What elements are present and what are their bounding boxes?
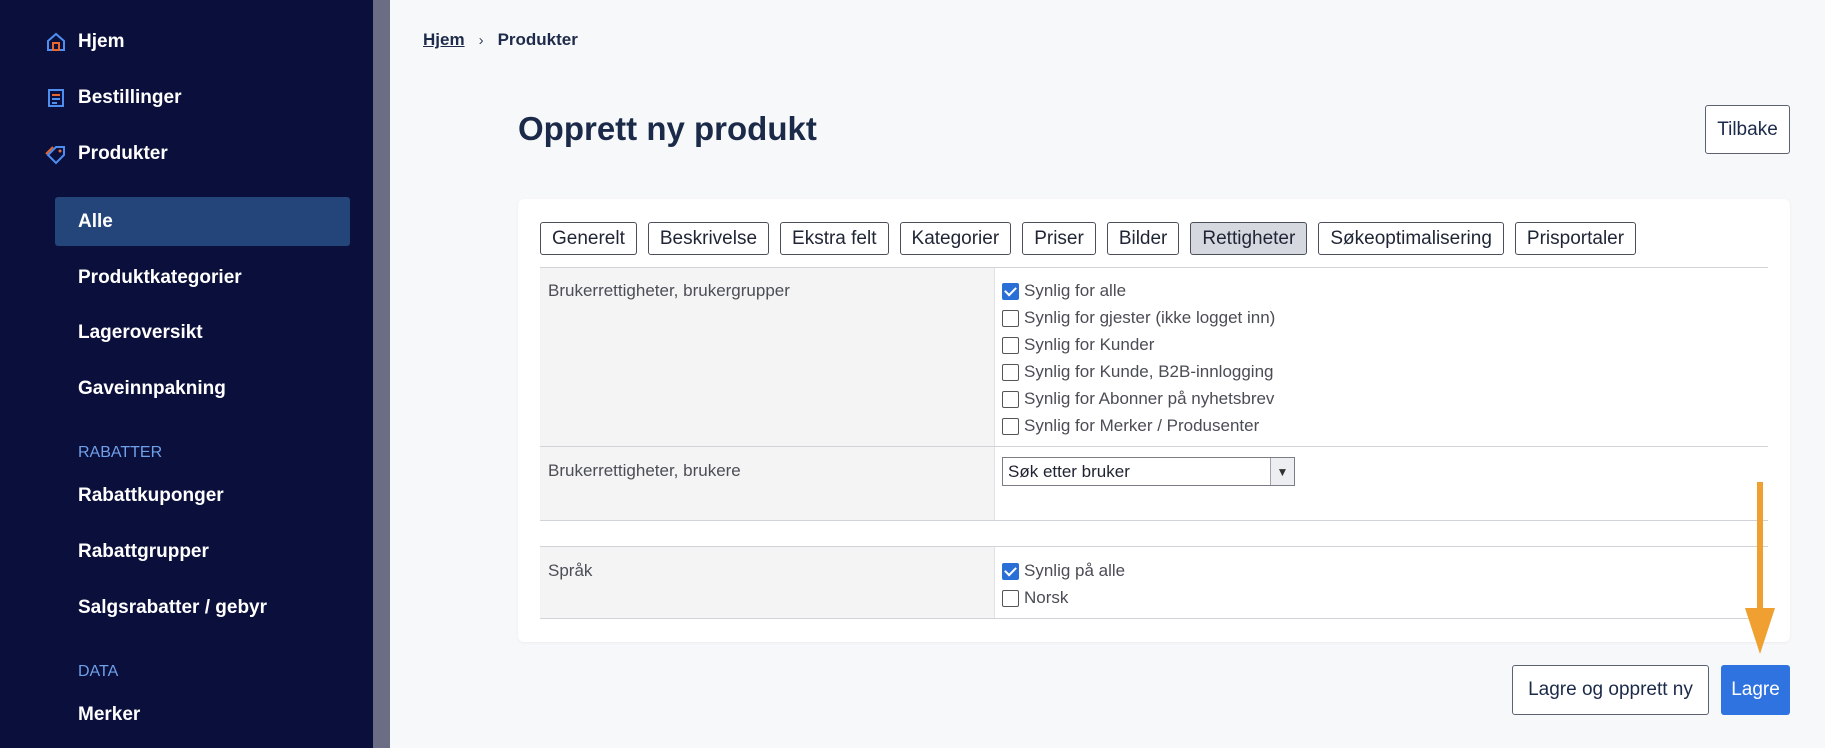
home-icon bbox=[44, 30, 68, 54]
tab-bar: Generelt Beskrivelse Ekstra felt Kategor… bbox=[540, 222, 1637, 255]
chevron-down-icon[interactable]: ▼ bbox=[1270, 458, 1294, 485]
language-label: Språk bbox=[548, 561, 593, 580]
sidebar-item-bestillinger[interactable]: Bestillinger bbox=[44, 78, 181, 118]
sidebar-subitem-alle[interactable]: Alle bbox=[78, 202, 113, 242]
tab-ekstra-felt[interactable]: Ekstra felt bbox=[780, 222, 889, 255]
checkbox-synlig-nyhetsbrev[interactable] bbox=[1002, 390, 1019, 408]
product-form-panel: Generelt Beskrivelse Ekstra felt Kategor… bbox=[518, 199, 1790, 642]
column-divider bbox=[994, 447, 995, 520]
sidebar-subitem-produktkategorier[interactable]: Produktkategorier bbox=[78, 258, 242, 298]
tab-beskrivelse[interactable]: Beskrivelse bbox=[647, 222, 770, 255]
checkbox-row[interactable]: Synlig for Kunder bbox=[1002, 334, 1154, 356]
checkbox-label: Synlig for Merker / Produsenter bbox=[1024, 416, 1260, 435]
tag-icon bbox=[44, 142, 68, 166]
annotation-arrow-icon bbox=[1745, 482, 1775, 654]
sidebar-subitem-rabattkuponger[interactable]: Rabattkuponger bbox=[78, 476, 224, 516]
sidebar-scrollbar[interactable] bbox=[373, 0, 390, 748]
checkbox-label: Synlig for Kunder bbox=[1024, 335, 1155, 354]
checkbox-row[interactable]: Synlig for gjester (ikke logget inn) bbox=[1002, 307, 1275, 329]
tab-priser[interactable]: Priser bbox=[1022, 222, 1096, 255]
checkbox-label: Synlig for alle bbox=[1024, 281, 1127, 300]
breadcrumb-current: Produkter bbox=[497, 30, 578, 49]
select-value: Søk etter bruker bbox=[1008, 461, 1130, 481]
sidebar-item-hjem[interactable]: Hjem bbox=[44, 22, 124, 62]
divider bbox=[540, 618, 1768, 619]
sidebar-item-label: Produkter bbox=[78, 143, 168, 164]
sidebar-item-label: Bestillinger bbox=[78, 87, 182, 108]
checkbox-synlig-pa-alle[interactable] bbox=[1002, 562, 1019, 580]
checkbox-synlig-gjester[interactable] bbox=[1002, 309, 1019, 327]
checkbox-synlig-alle[interactable] bbox=[1002, 282, 1019, 300]
checkbox-row[interactable]: Synlig for Kunde, B2B-innlogging bbox=[1002, 361, 1274, 383]
sidebar-item-label: Hjem bbox=[78, 31, 125, 52]
checkbox-row[interactable]: Synlig for Merker / Produsenter bbox=[1002, 415, 1259, 437]
tab-prisportaler[interactable]: Prisportaler bbox=[1514, 222, 1637, 255]
checkbox-synlig-b2b[interactable] bbox=[1002, 363, 1019, 381]
column-divider bbox=[994, 547, 995, 618]
checkbox-row[interactable]: Synlig for Abonner på nyhetsbrev bbox=[1002, 388, 1274, 410]
checkbox-row[interactable]: Synlig for alle bbox=[1002, 280, 1126, 302]
sidebar-section-data: DATA bbox=[78, 663, 119, 680]
tab-sokeoptimalisering[interactable]: Søkeoptimalisering bbox=[1318, 222, 1504, 255]
checkbox-label: Synlig for Kunde, B2B-innlogging bbox=[1024, 362, 1274, 381]
users-label: Brukerrettigheter, brukere bbox=[548, 461, 741, 480]
breadcrumb: Hjem › Produkter bbox=[423, 30, 578, 50]
checkbox-label: Norsk bbox=[1024, 588, 1069, 607]
checkbox-label: Synlig for gjester (ikke logget inn) bbox=[1024, 308, 1276, 327]
chevron-right-icon: › bbox=[478, 31, 484, 49]
save-and-new-button[interactable]: Lagre og opprett ny bbox=[1512, 665, 1709, 715]
sidebar-section-rabatter: RABATTER bbox=[78, 444, 163, 461]
breadcrumb-home-link[interactable]: Hjem bbox=[423, 30, 465, 50]
row-label-bg bbox=[540, 547, 994, 618]
checkbox-label: Synlig for Abonner på nyhetsbrev bbox=[1024, 389, 1275, 408]
checkbox-row[interactable]: Synlig på alle bbox=[1002, 560, 1125, 582]
column-divider bbox=[994, 268, 995, 446]
sidebar-subitem-lageroversikt[interactable]: Lageroversikt bbox=[78, 313, 203, 353]
checkbox-label: Synlig på alle bbox=[1024, 561, 1126, 580]
groups-label: Brukerrettigheter, brukergrupper bbox=[548, 281, 790, 300]
tab-bilder[interactable]: Bilder bbox=[1106, 222, 1180, 255]
checkbox-synlig-merker[interactable] bbox=[1002, 417, 1019, 435]
sidebar-subitem-salgsrabatter[interactable]: Salgsrabatter / gebyr bbox=[78, 588, 267, 628]
user-search-select[interactable]: Søk etter bruker ▼ bbox=[1002, 457, 1295, 486]
orders-icon bbox=[44, 86, 68, 110]
back-button[interactable]: Tilbake bbox=[1705, 105, 1790, 154]
tab-kategorier[interactable]: Kategorier bbox=[899, 222, 1012, 255]
sidebar-item-produkter[interactable]: Produkter bbox=[44, 134, 168, 174]
divider bbox=[540, 520, 1768, 521]
tab-rettigheter[interactable]: Rettigheter bbox=[1190, 222, 1308, 255]
sidebar-subitem-rabattgrupper[interactable]: Rabattgrupper bbox=[78, 532, 209, 572]
save-button[interactable]: Lagre bbox=[1721, 665, 1790, 715]
sidebar-subitem-gaveinnpakning[interactable]: Gaveinnpakning bbox=[78, 369, 226, 409]
sidebar-subitem-merker[interactable]: Merker bbox=[78, 695, 140, 735]
checkbox-norsk[interactable] bbox=[1002, 589, 1019, 607]
sidebar: Hjem Bestillinger Produkter Alle Produkt… bbox=[0, 0, 373, 748]
checkbox-synlig-kunder[interactable] bbox=[1002, 336, 1019, 354]
page-title: Opprett ny produkt bbox=[518, 110, 817, 147]
checkbox-row[interactable]: Norsk bbox=[1002, 587, 1068, 609]
tab-generelt[interactable]: Generelt bbox=[540, 222, 637, 255]
row-label-bg bbox=[540, 447, 994, 520]
